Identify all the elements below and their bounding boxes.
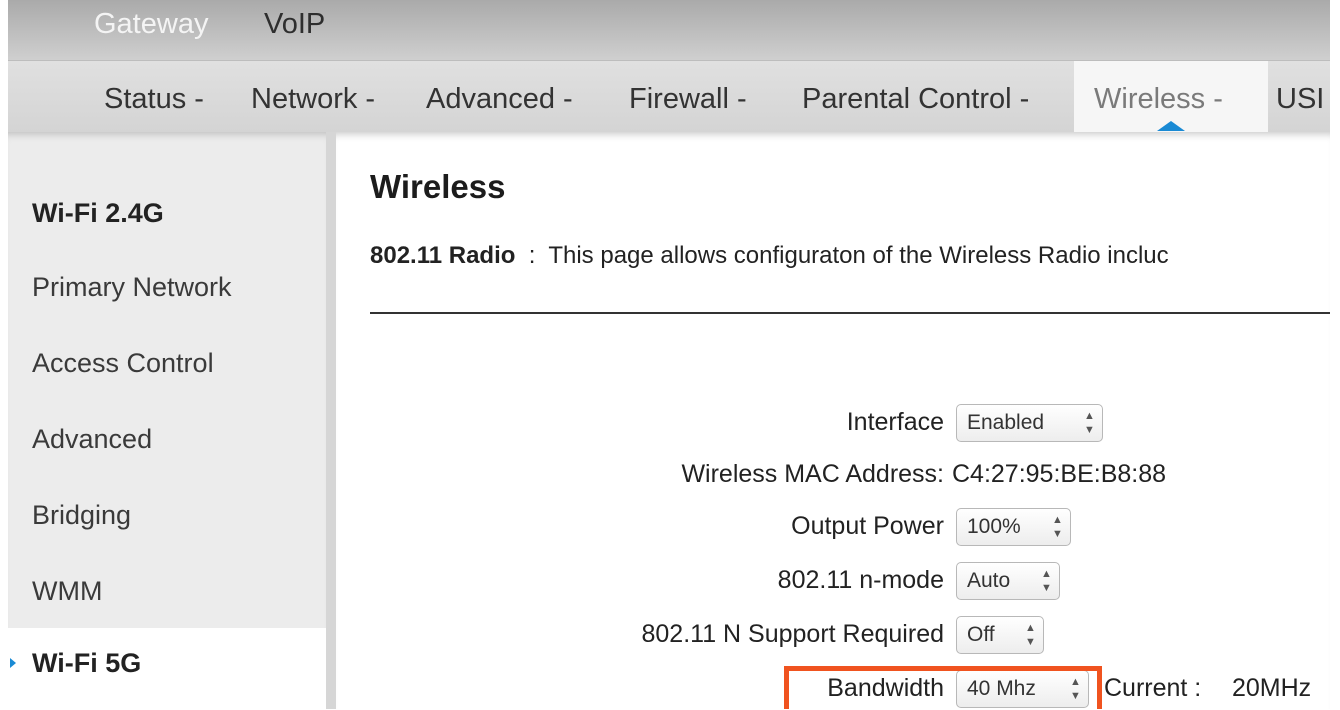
up-down-arrows-icon: ▲ ▼ <box>1052 514 1063 540</box>
divider <box>370 312 1330 314</box>
bandwidth-highlight-box <box>784 666 1102 709</box>
nav-item-usb[interactable]: USI <box>1276 61 1324 133</box>
nav-item-wireless[interactable]: Wireless - <box>1074 61 1268 133</box>
sidebar-item-wifi-5g-row[interactable]: Wi-Fi 5G <box>8 628 326 710</box>
sidebar-item-primary-network[interactable]: Primary Network <box>32 272 232 303</box>
main-nav: Status - Network - Advanced - Firewall -… <box>8 60 1330 133</box>
sidebar-item-wifi-24g[interactable]: Wi-Fi 2.4G <box>32 198 164 229</box>
n-support-required-label: 802.11 N Support Required <box>641 620 944 648</box>
nav-item-parental-control[interactable]: Parental Control - <box>802 61 1029 133</box>
interface-label: Interface <box>846 408 944 436</box>
interface-select[interactable]: Enabled ▲ ▼ <box>956 404 1103 442</box>
nav-item-firewall[interactable]: Firewall - <box>629 61 747 133</box>
nav-item-advanced[interactable]: Advanced - <box>426 61 573 133</box>
n-mode-select[interactable]: Auto ▲ ▼ <box>956 562 1060 600</box>
up-down-arrows-icon: ▲ ▼ <box>1025 622 1036 648</box>
sidebar-item-bridging[interactable]: Bridging <box>32 500 131 531</box>
n-support-required-value: Off <box>967 623 995 646</box>
output-power-label: Output Power <box>791 512 944 540</box>
sidebar: Wi-Fi 2.4G Primary Network Access Contro… <box>8 132 336 710</box>
n-mode-value: Auto <box>967 569 1011 592</box>
up-down-arrows-icon: ▲ ▼ <box>1084 410 1095 436</box>
nav-item-network[interactable]: Network - <box>251 61 375 133</box>
mac-address-value: C4:27:95:BE:B8:88 <box>952 460 1167 488</box>
mac-address-label: Wireless MAC Address: <box>681 460 944 488</box>
interface-value: Enabled <box>967 411 1045 434</box>
description-text: This page allows configuraton of the Wir… <box>548 242 1169 269</box>
triangle-right-icon <box>10 658 16 668</box>
top-tab-voip[interactable]: VoIP <box>264 8 325 40</box>
up-down-arrows-icon: ▲ ▼ <box>1041 568 1052 594</box>
bandwidth-current-label: Current : <box>1104 674 1202 702</box>
top-menu-bar: Gateway VoIP <box>8 0 1330 60</box>
top-tab-gateway[interactable]: Gateway <box>94 8 208 40</box>
description-label: 802.11 Radio <box>370 242 516 269</box>
output-power-select[interactable]: 100% ▲ ▼ <box>956 508 1071 546</box>
description-separator: : <box>528 242 536 269</box>
output-power-value: 100% <box>967 515 1021 538</box>
sidebar-item-advanced[interactable]: Advanced <box>32 424 152 455</box>
sidebar-item-access-control[interactable]: Access Control <box>32 348 214 379</box>
nav-item-status[interactable]: Status - <box>104 61 204 133</box>
caret-up-icon <box>1157 121 1185 131</box>
page-title: Wireless <box>370 168 506 205</box>
n-support-required-select[interactable]: Off ▲ ▼ <box>956 616 1044 654</box>
n-mode-label: 802.11 n-mode <box>777 566 944 594</box>
bandwidth-current-value: 20MHz <box>1232 674 1312 702</box>
content-area: Wireless 802.11 Radio : This page allows… <box>336 132 1330 709</box>
sidebar-item-wmm[interactable]: WMM <box>32 576 102 607</box>
sidebar-item-wifi-5g: Wi-Fi 5G <box>32 648 142 678</box>
page-description: 802.11 Radio : This page allows configur… <box>370 242 1169 270</box>
